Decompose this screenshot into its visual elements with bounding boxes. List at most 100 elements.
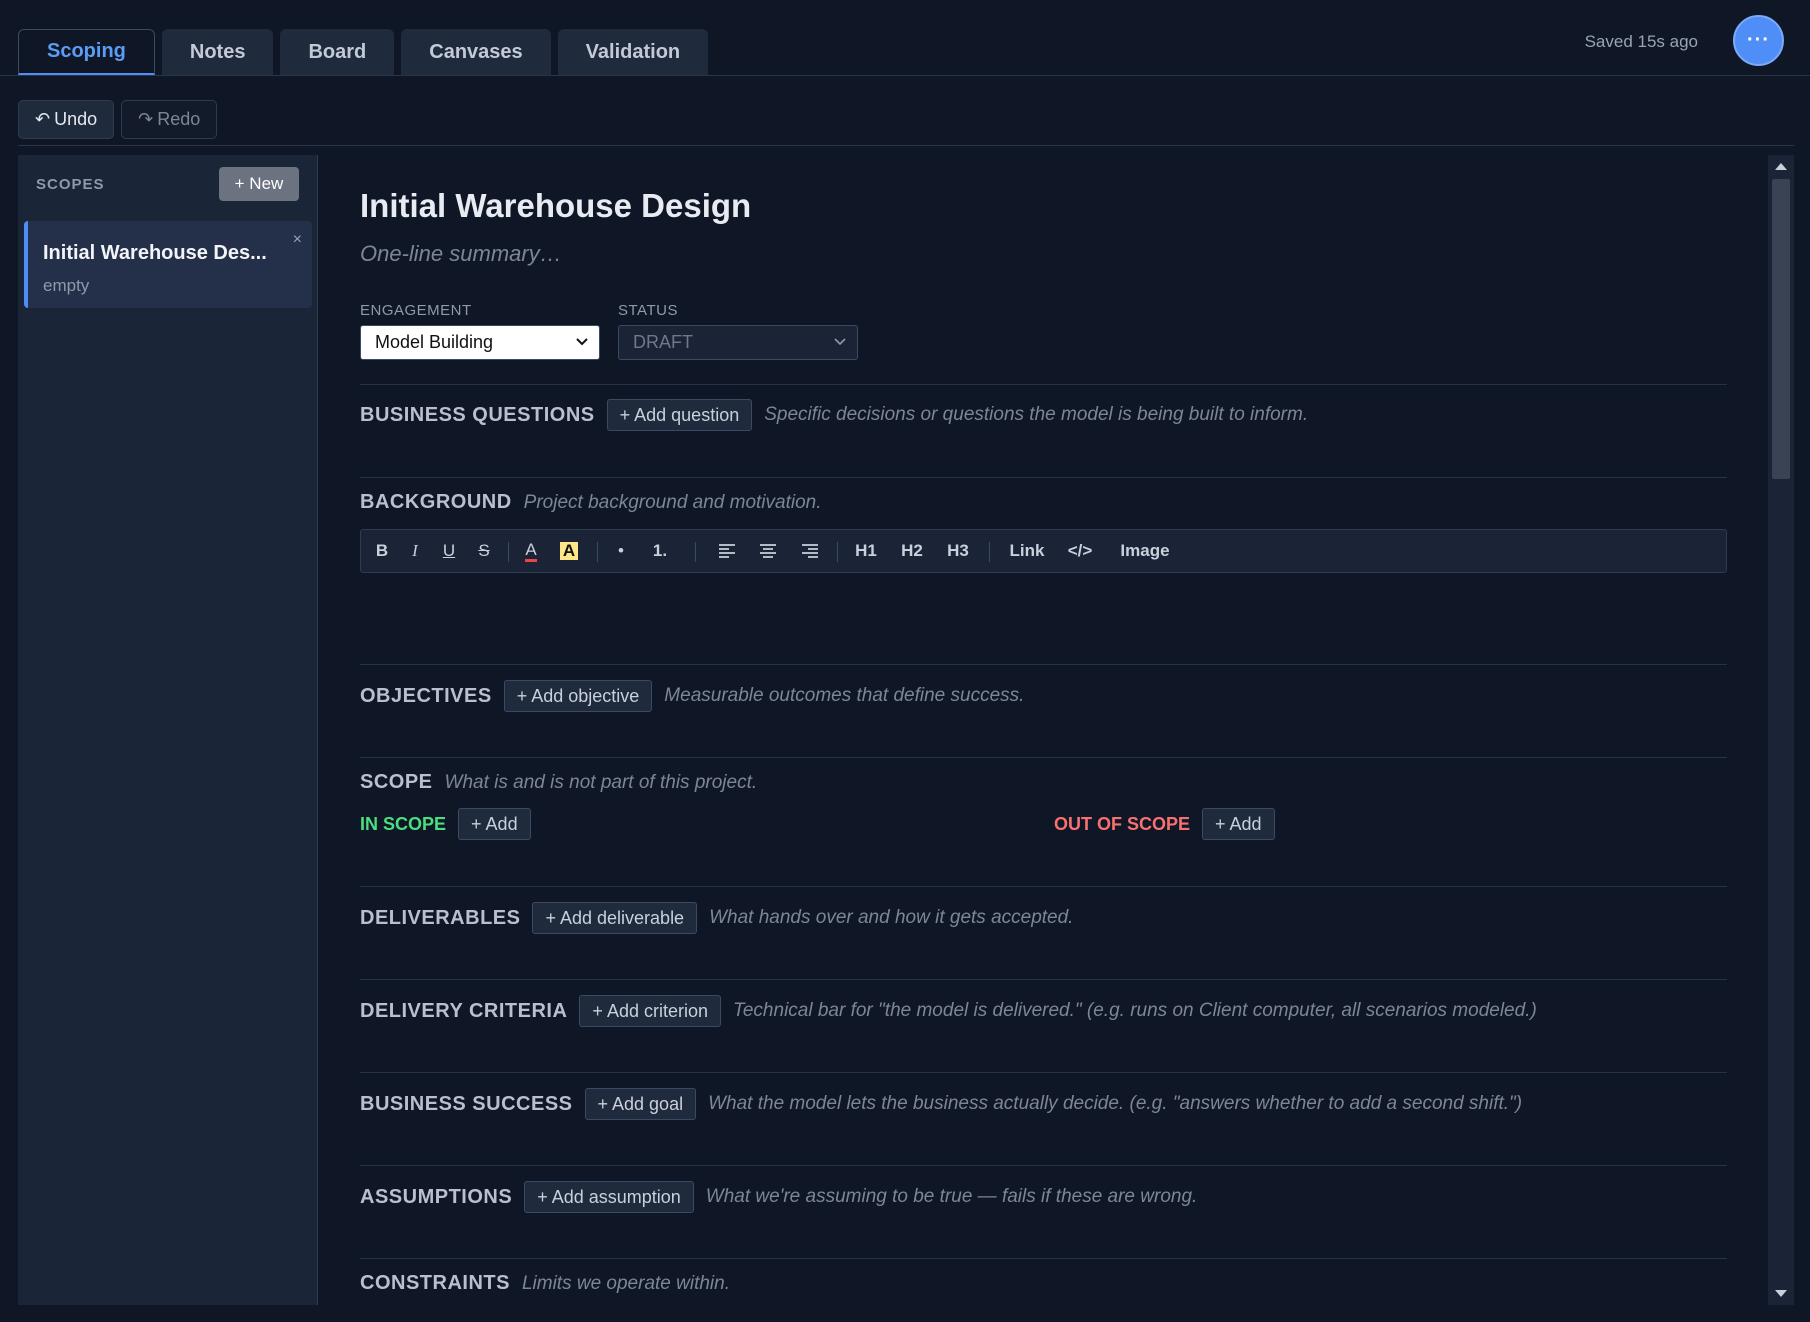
align-center-icon [760,544,776,558]
section-title: CONSTRAINTS [360,1272,510,1294]
more-menu-button[interactable]: ··· [1733,15,1784,66]
bold-button[interactable]: B [369,530,395,572]
status-value: DRAFT [633,332,693,352]
section-hint: Measurable outcomes that define success. [664,685,1025,706]
text-color-icon: A [525,540,537,562]
section-objectives: OBJECTIVES + Add objective Measurable ou… [360,664,1727,712]
redo-button[interactable]: ↷ Redo [121,100,218,139]
add-in-scope-button[interactable]: + Add [458,808,531,840]
saved-status: Saved 15s ago [1584,32,1698,51]
summary-input[interactable]: One-line summary… [360,241,562,267]
section-hint: What the model lets the business actuall… [708,1093,1523,1114]
add-question-button[interactable]: + Add question [606,399,753,431]
tab-scoping[interactable]: Scoping [18,29,155,75]
tab-board[interactable]: Board [280,29,395,75]
section-hint: Project background and motivation. [523,491,822,513]
image-button[interactable]: Image [1118,530,1172,572]
status-select[interactable]: DRAFT [618,325,858,360]
new-scope-button[interactable]: + New [219,167,299,201]
strikethrough-button[interactable]: S [473,530,495,572]
chevron-down-icon [576,338,588,346]
in-scope-label: IN SCOPE [360,813,447,834]
redo-icon: ↷ [138,109,154,129]
section-business-questions: BUSINESS QUESTIONS + Add question Specif… [360,384,1727,431]
heading-1-button[interactable]: H1 [851,530,881,572]
heading-3-button[interactable]: H3 [943,530,973,572]
toolbar-separator [508,542,509,562]
numbered-list-button[interactable]: 1. [649,530,671,572]
redo-label: Redo [157,109,201,129]
italic-button[interactable]: I [404,530,426,572]
undo-button[interactable]: ↶ Undo [18,100,115,139]
highlight-button[interactable]: A [556,530,582,572]
toolbar-separator [989,542,990,562]
scroll-up-icon[interactable] [1775,163,1787,170]
section-constraints: CONSTRAINTS Limits we operate within. [360,1258,1727,1294]
section-business-success: BUSINESS SUCCESS + Add goal What the mod… [360,1072,1727,1120]
link-button[interactable]: Link [1006,530,1048,572]
highlight-icon: A [559,542,579,560]
engagement-select[interactable]: Model Building [360,325,600,360]
undo-label: Undo [54,109,98,129]
scroll-down-icon[interactable] [1775,1290,1787,1297]
add-goal-button[interactable]: + Add goal [584,1088,697,1120]
toolbar-separator [837,542,838,562]
more-icon: ··· [1747,29,1770,51]
undo-icon: ↶ [35,109,51,129]
section-title: OBJECTIVES [360,684,492,707]
text-color-button[interactable]: A [518,530,544,572]
section-title: SCOPE [360,771,433,793]
page-title[interactable]: Initial Warehouse Design [360,187,751,225]
align-center-button[interactable] [757,530,779,572]
scope-item-title: Initial Warehouse Des... [43,242,267,264]
status-label: STATUS [618,302,678,319]
section-title: ASSUMPTIONS [360,1185,513,1208]
tab-notes[interactable]: Notes [161,29,274,75]
section-deliverables: DELIVERABLES + Add deliverable What hand… [360,886,1727,934]
out-of-scope-label: OUT OF SCOPE [1054,813,1191,834]
section-hint: What we're assuming to be true — fails i… [705,1186,1198,1207]
section-title: BUSINESS QUESTIONS [360,403,595,426]
section-delivery-criteria: DELIVERY CRITERIA + Add criterion Techni… [360,979,1727,1027]
engagement-value: Model Building [375,332,494,352]
align-left-icon [719,544,735,558]
scrollbar-thumb[interactable] [1772,179,1790,479]
close-icon[interactable]: × [293,231,302,249]
tab-canvases[interactable]: Canvases [401,29,551,75]
vertical-scrollbar[interactable] [1768,155,1794,1305]
underline-button[interactable]: U [438,530,460,572]
section-title: DELIVERABLES [360,906,521,929]
add-assumption-button[interactable]: + Add assumption [524,1181,694,1213]
section-hint: What is and is not part of this project. [444,771,758,793]
section-title: DELIVERY CRITERIA [360,999,568,1022]
heading-2-button[interactable]: H2 [897,530,927,572]
history-controls: ↶ Undo ↷ Redo [18,100,218,139]
code-button[interactable]: </> [1064,530,1096,572]
align-right-button[interactable] [799,530,821,572]
rich-text-toolbar: B I U S A A • 1. H1 H2 H3 Link </> Image [360,529,1727,573]
scope-editor: Initial Warehouse Design One-line summar… [318,155,1768,1322]
bullet-list-button[interactable]: • [610,530,632,572]
add-deliverable-button[interactable]: + Add deliverable [532,902,698,934]
section-hint: Technical bar for "the model is delivere… [733,1000,1537,1021]
scope-list-item[interactable]: Initial Warehouse Des... empty × [24,221,312,308]
sidebar-heading: SCOPES [36,176,105,193]
section-hint: Specific decisions or questions the mode… [764,404,1309,425]
engagement-label: ENGAGEMENT [360,302,472,319]
section-title: BUSINESS SUCCESS [360,1092,573,1115]
scope-item-subtitle: empty [43,276,90,295]
divider [18,145,1794,146]
align-left-button[interactable] [716,530,738,572]
align-right-icon [802,544,818,558]
add-out-of-scope-button[interactable]: + Add [1202,808,1275,840]
section-title: BACKGROUND [360,491,512,513]
top-bar: Scoping Notes Board Canvases Validation … [0,0,1810,76]
section-scope: SCOPE What is and is not part of this pr… [360,757,1727,840]
toolbar-separator [695,542,696,562]
add-criterion-button[interactable]: + Add criterion [579,995,721,1027]
toolbar-separator [597,542,598,562]
add-objective-button[interactable]: + Add objective [503,680,653,712]
section-hint: Limits we operate within. [521,1272,730,1294]
section-assumptions: ASSUMPTIONS + Add assumption What we're … [360,1165,1727,1213]
tab-validation[interactable]: Validation [557,29,709,75]
